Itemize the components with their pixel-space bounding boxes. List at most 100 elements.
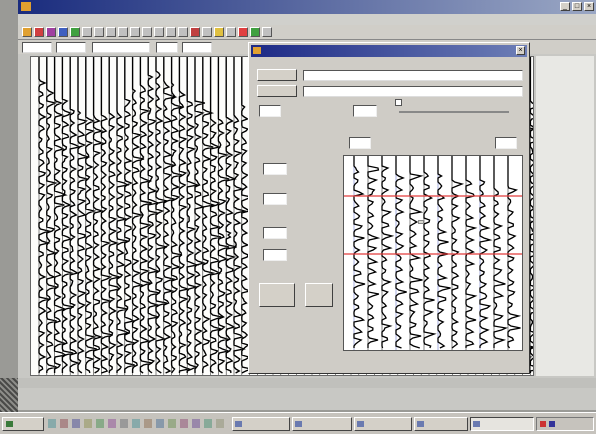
seismic-trace xyxy=(437,156,451,349)
control-field-4[interactable] xyxy=(182,42,212,53)
pick-icon[interactable] xyxy=(202,27,212,37)
zoom-in-icon[interactable] xyxy=(130,27,140,37)
help-icon[interactable] xyxy=(262,27,272,37)
length-value-input[interactable] xyxy=(263,249,287,261)
toolbar xyxy=(18,25,596,40)
seismic-trace xyxy=(353,156,366,348)
end-value-input[interactable] xyxy=(263,193,287,205)
taskbar-button[interactable] xyxy=(292,417,352,431)
output-file-button[interactable] xyxy=(257,85,297,97)
start-value-input[interactable] xyxy=(263,163,287,175)
color-icon[interactable] xyxy=(214,27,224,37)
scroll-icon[interactable] xyxy=(166,27,176,37)
print-icon[interactable] xyxy=(58,27,68,37)
quicklaunch-icon[interactable] xyxy=(120,419,128,428)
settings-icon[interactable] xyxy=(190,27,200,37)
copy-icon[interactable] xyxy=(82,27,92,37)
window-icon xyxy=(417,421,424,427)
window-icon xyxy=(357,421,364,427)
window-icon xyxy=(473,421,480,427)
tray-icon[interactable] xyxy=(540,421,546,427)
input-file-button[interactable] xyxy=(257,69,297,81)
wavelet-traces-canvas xyxy=(344,156,522,350)
trace-icon[interactable] xyxy=(226,27,236,37)
quicklaunch-icon[interactable] xyxy=(108,419,116,428)
wavelet-value-2-input[interactable] xyxy=(353,105,377,117)
desktop-wallpaper xyxy=(0,378,18,412)
seismic-trace xyxy=(395,156,407,349)
range-slider-track[interactable] xyxy=(399,111,509,113)
taskbar-button[interactable] xyxy=(354,417,412,431)
seismic-trace xyxy=(155,57,168,374)
taskbar-button[interactable] xyxy=(232,417,290,431)
input-file-path[interactable] xyxy=(303,70,523,81)
time-axis-ruler xyxy=(536,56,594,376)
control-field-1[interactable] xyxy=(22,42,52,53)
flag-icon[interactable] xyxy=(238,27,248,37)
control-field-2[interactable] xyxy=(56,42,86,53)
run-button[interactable] xyxy=(259,283,295,307)
quicklaunch-icon[interactable] xyxy=(132,419,140,428)
quicklaunch-icon[interactable] xyxy=(84,419,92,428)
quicklaunch-icon[interactable] xyxy=(156,419,164,428)
output-file-path[interactable] xyxy=(303,86,523,97)
gap-value-input[interactable] xyxy=(263,227,287,239)
start-button[interactable] xyxy=(2,417,44,431)
window-icon xyxy=(235,421,242,427)
quicklaunch-icon[interactable] xyxy=(168,419,176,428)
seismic-trace xyxy=(423,156,437,349)
app-icon[interactable] xyxy=(22,27,32,37)
quicklaunch-icon[interactable] xyxy=(144,419,152,428)
option-checkbox[interactable] xyxy=(395,99,402,106)
window-icon xyxy=(295,421,302,427)
taskbar-button[interactable] xyxy=(414,417,468,431)
horizontal-scrollbar[interactable] xyxy=(18,378,596,388)
seismic-trace xyxy=(493,156,509,348)
plot-max-input[interactable] xyxy=(495,137,517,149)
taskbar-button-active[interactable] xyxy=(470,417,534,431)
wavelet-value-input[interactable] xyxy=(259,105,281,117)
maximize-button[interactable]: □ xyxy=(572,2,582,11)
move-icon[interactable] xyxy=(118,27,128,37)
control-field-3[interactable] xyxy=(156,42,178,53)
open-icon[interactable] xyxy=(34,27,44,37)
dialog-title-bar[interactable]: × xyxy=(251,45,527,57)
quicklaunch-icon[interactable] xyxy=(72,419,80,428)
cut-icon[interactable] xyxy=(70,27,80,37)
quicklaunch-icon[interactable] xyxy=(180,419,188,428)
quicklaunch-icon[interactable] xyxy=(204,419,212,428)
plot-min-input[interactable] xyxy=(349,137,371,149)
quicklaunch-icon[interactable] xyxy=(192,419,200,428)
quicklaunch-icon[interactable] xyxy=(60,419,68,428)
close-button[interactable]: × xyxy=(584,2,594,11)
seismic-trace xyxy=(409,156,424,349)
windows-logo-icon xyxy=(6,421,13,427)
seismic-trace xyxy=(507,156,522,349)
mode-select[interactable] xyxy=(92,42,150,53)
seismic-trace xyxy=(451,156,465,349)
select-icon[interactable] xyxy=(106,27,116,37)
paste-icon[interactable] xyxy=(94,27,104,37)
save-icon[interactable] xyxy=(46,27,56,37)
system-tray xyxy=(536,417,594,431)
menu-bar xyxy=(18,14,596,25)
delete-icon[interactable] xyxy=(250,27,260,37)
tray-icon[interactable] xyxy=(549,421,555,427)
seismic-trace xyxy=(367,156,381,348)
pan-icon[interactable] xyxy=(154,27,164,37)
dialog-close-button[interactable]: × xyxy=(516,46,525,55)
quicklaunch-icon[interactable] xyxy=(216,419,224,428)
wavelet-preview-plot[interactable] xyxy=(343,155,523,351)
seismic-trace xyxy=(186,57,200,373)
seismic-trace xyxy=(381,156,395,349)
app-icon[interactable] xyxy=(21,2,31,11)
minimize-button[interactable]: _ xyxy=(560,2,570,11)
seismic-trace xyxy=(479,156,493,348)
exit-button[interactable] xyxy=(305,283,333,307)
quicklaunch-icon[interactable] xyxy=(96,419,104,428)
residual-statics-dialog: × xyxy=(248,42,530,374)
refresh-icon[interactable] xyxy=(178,27,188,37)
zoom-out-icon[interactable] xyxy=(142,27,152,37)
app-title-bar[interactable]: _ □ × xyxy=(18,0,596,14)
quicklaunch-icon[interactable] xyxy=(48,419,56,428)
